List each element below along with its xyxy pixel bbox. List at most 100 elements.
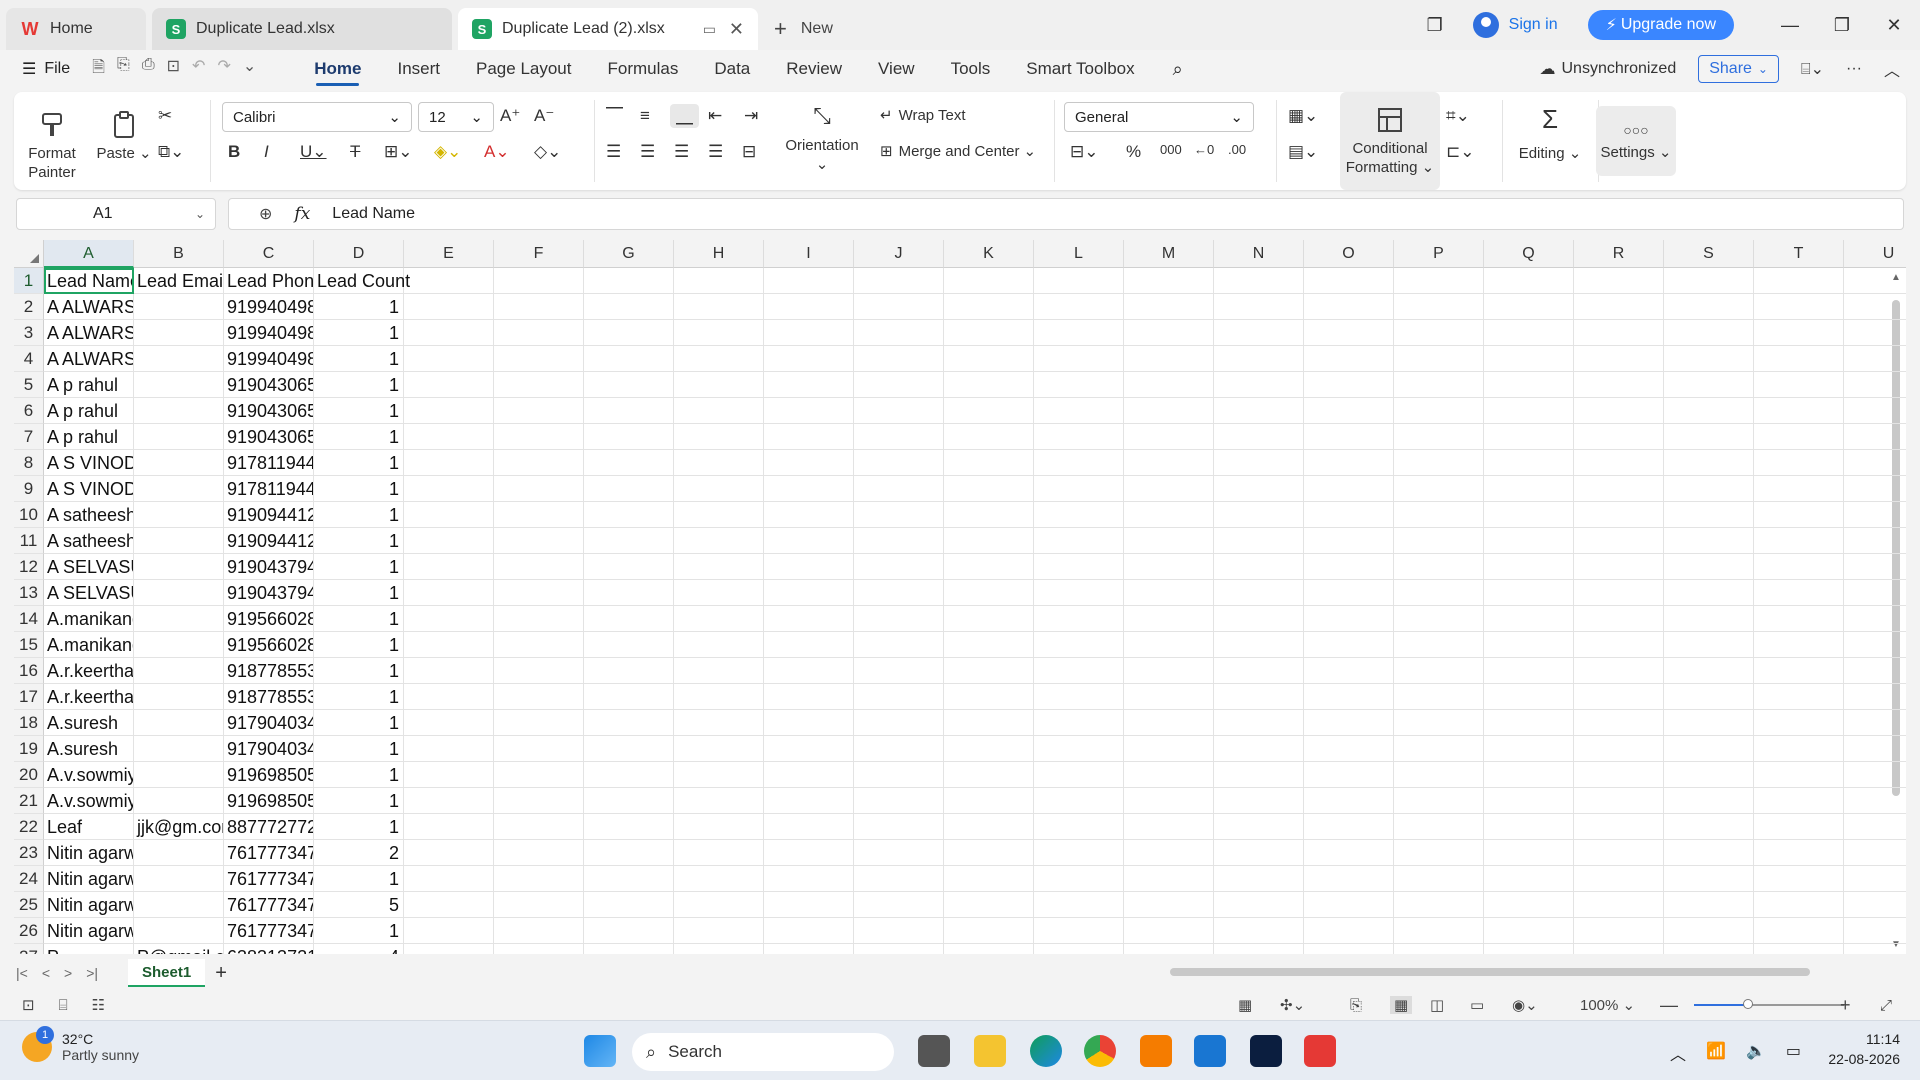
cell-j20[interactable] xyxy=(854,762,944,788)
cell-p23[interactable] xyxy=(1394,840,1484,866)
align-left-icon[interactable]: ☰ xyxy=(606,142,621,162)
row-header-2[interactable]: 2 xyxy=(14,294,44,320)
cell-r18[interactable] xyxy=(1574,710,1664,736)
cell-s16[interactable] xyxy=(1664,658,1754,684)
cell-b2[interactable] xyxy=(134,294,224,320)
cell-d18[interactable]: 1 xyxy=(314,710,404,736)
cell-t4[interactable] xyxy=(1754,346,1844,372)
column-header-r[interactable]: R xyxy=(1574,240,1664,268)
clear-icon[interactable]: ◇⌄ xyxy=(534,142,561,162)
row-header-1[interactable]: 1 xyxy=(14,268,44,294)
cell-s25[interactable] xyxy=(1664,892,1754,918)
cell-u17[interactable] xyxy=(1844,684,1906,710)
cell-o15[interactable] xyxy=(1304,632,1394,658)
cell-n27[interactable] xyxy=(1214,944,1304,954)
cell-t6[interactable] xyxy=(1754,398,1844,424)
normal-view-icon[interactable]: ▦ xyxy=(1390,996,1413,1014)
cell-f9[interactable] xyxy=(494,476,584,502)
minimize-icon[interactable]: — xyxy=(1764,15,1816,36)
cell-b22[interactable]: jjk@gm.com xyxy=(134,814,224,840)
cell-n3[interactable] xyxy=(1214,320,1304,346)
cell-b18[interactable] xyxy=(134,710,224,736)
cell-e27[interactable] xyxy=(404,944,494,954)
cell-o13[interactable] xyxy=(1304,580,1394,606)
cell-k1[interactable] xyxy=(944,268,1034,294)
cell-f27[interactable] xyxy=(494,944,584,954)
close-window-icon[interactable]: ✕ xyxy=(1868,15,1920,36)
cell-l2[interactable] xyxy=(1034,294,1124,320)
page-layout-view-icon[interactable]: ▭ xyxy=(1470,996,1484,1014)
cell-i3[interactable] xyxy=(764,320,854,346)
upgrade-button[interactable]: ⚡ Upgrade now xyxy=(1587,10,1734,40)
cell-i14[interactable] xyxy=(764,606,854,632)
cell-h14[interactable] xyxy=(674,606,764,632)
tab-home[interactable]: W Home xyxy=(6,8,146,50)
cell-b7[interactable] xyxy=(134,424,224,450)
cell-b27[interactable]: P@gmail.com xyxy=(134,944,224,954)
cell-s19[interactable] xyxy=(1664,736,1754,762)
row-header-11[interactable]: 11 xyxy=(14,528,44,554)
cell-j26[interactable] xyxy=(854,918,944,944)
cell-m2[interactable] xyxy=(1124,294,1214,320)
cell-g19[interactable] xyxy=(584,736,674,762)
cell-f19[interactable] xyxy=(494,736,584,762)
cell-m13[interactable] xyxy=(1124,580,1214,606)
cell-d25[interactable]: 5 xyxy=(314,892,404,918)
cell-k19[interactable] xyxy=(944,736,1034,762)
cell-a1[interactable]: Lead Name xyxy=(44,268,134,294)
chevron-up-icon[interactable]: ︿ xyxy=(1670,1041,1686,1065)
zoom-slider[interactable] xyxy=(1694,1004,1844,1006)
cell-f6[interactable] xyxy=(494,398,584,424)
cell-i11[interactable] xyxy=(764,528,854,554)
cell-h6[interactable] xyxy=(674,398,764,424)
cell-q25[interactable] xyxy=(1484,892,1574,918)
menu-view[interactable]: View xyxy=(860,50,933,88)
cell-m27[interactable] xyxy=(1124,944,1214,954)
cell-h9[interactable] xyxy=(674,476,764,502)
cell-t15[interactable] xyxy=(1754,632,1844,658)
cell-d27[interactable]: 4 xyxy=(314,944,404,954)
cell-b19[interactable] xyxy=(134,736,224,762)
cell-t24[interactable] xyxy=(1754,866,1844,892)
cell-p16[interactable] xyxy=(1394,658,1484,684)
cell-e8[interactable] xyxy=(404,450,494,476)
zoom-select[interactable]: 100% ⌄ xyxy=(1580,996,1635,1014)
align-middle-icon[interactable]: ≡ xyxy=(640,106,650,126)
cell-u20[interactable] xyxy=(1844,762,1906,788)
cell-e24[interactable] xyxy=(404,866,494,892)
cell-o9[interactable] xyxy=(1304,476,1394,502)
cell-g26[interactable] xyxy=(584,918,674,944)
cell-i9[interactable] xyxy=(764,476,854,502)
increase-font-icon[interactable]: A⁺ xyxy=(500,106,520,126)
cell-g18[interactable] xyxy=(584,710,674,736)
cell-e17[interactable] xyxy=(404,684,494,710)
column-header-m[interactable]: M xyxy=(1124,240,1214,268)
cell-n9[interactable] xyxy=(1214,476,1304,502)
cell-d22[interactable]: 1 xyxy=(314,814,404,840)
cell-g2[interactable] xyxy=(584,294,674,320)
cell-o19[interactable] xyxy=(1304,736,1394,762)
cell-k25[interactable] xyxy=(944,892,1034,918)
cell-d10[interactable]: 1 xyxy=(314,502,404,528)
font-color-icon[interactable]: A⌄ xyxy=(484,142,510,162)
cell-h15[interactable] xyxy=(674,632,764,658)
cell-l7[interactable] xyxy=(1034,424,1124,450)
column-header-b[interactable]: B xyxy=(134,240,224,268)
cell-q1[interactable] xyxy=(1484,268,1574,294)
cell-c3[interactable]: 919940498 xyxy=(224,320,314,346)
row-header-10[interactable]: 10 xyxy=(14,502,44,528)
cell-r2[interactable] xyxy=(1574,294,1664,320)
list-icon[interactable]: ☷ xyxy=(92,996,105,1014)
monitor-icon[interactable]: ▭ xyxy=(703,21,716,38)
select-all-corner[interactable] xyxy=(14,240,44,268)
cell-d17[interactable]: 1 xyxy=(314,684,404,710)
row-header-17[interactable]: 17 xyxy=(14,684,44,710)
cell-b8[interactable] xyxy=(134,450,224,476)
cell-j23[interactable] xyxy=(854,840,944,866)
restore-tabs-icon[interactable]: ❐ xyxy=(1409,15,1461,36)
cell-q20[interactable] xyxy=(1484,762,1574,788)
cell-t21[interactable] xyxy=(1754,788,1844,814)
cell-g13[interactable] xyxy=(584,580,674,606)
cell-c7[interactable]: 919043065 xyxy=(224,424,314,450)
cell-r23[interactable] xyxy=(1574,840,1664,866)
